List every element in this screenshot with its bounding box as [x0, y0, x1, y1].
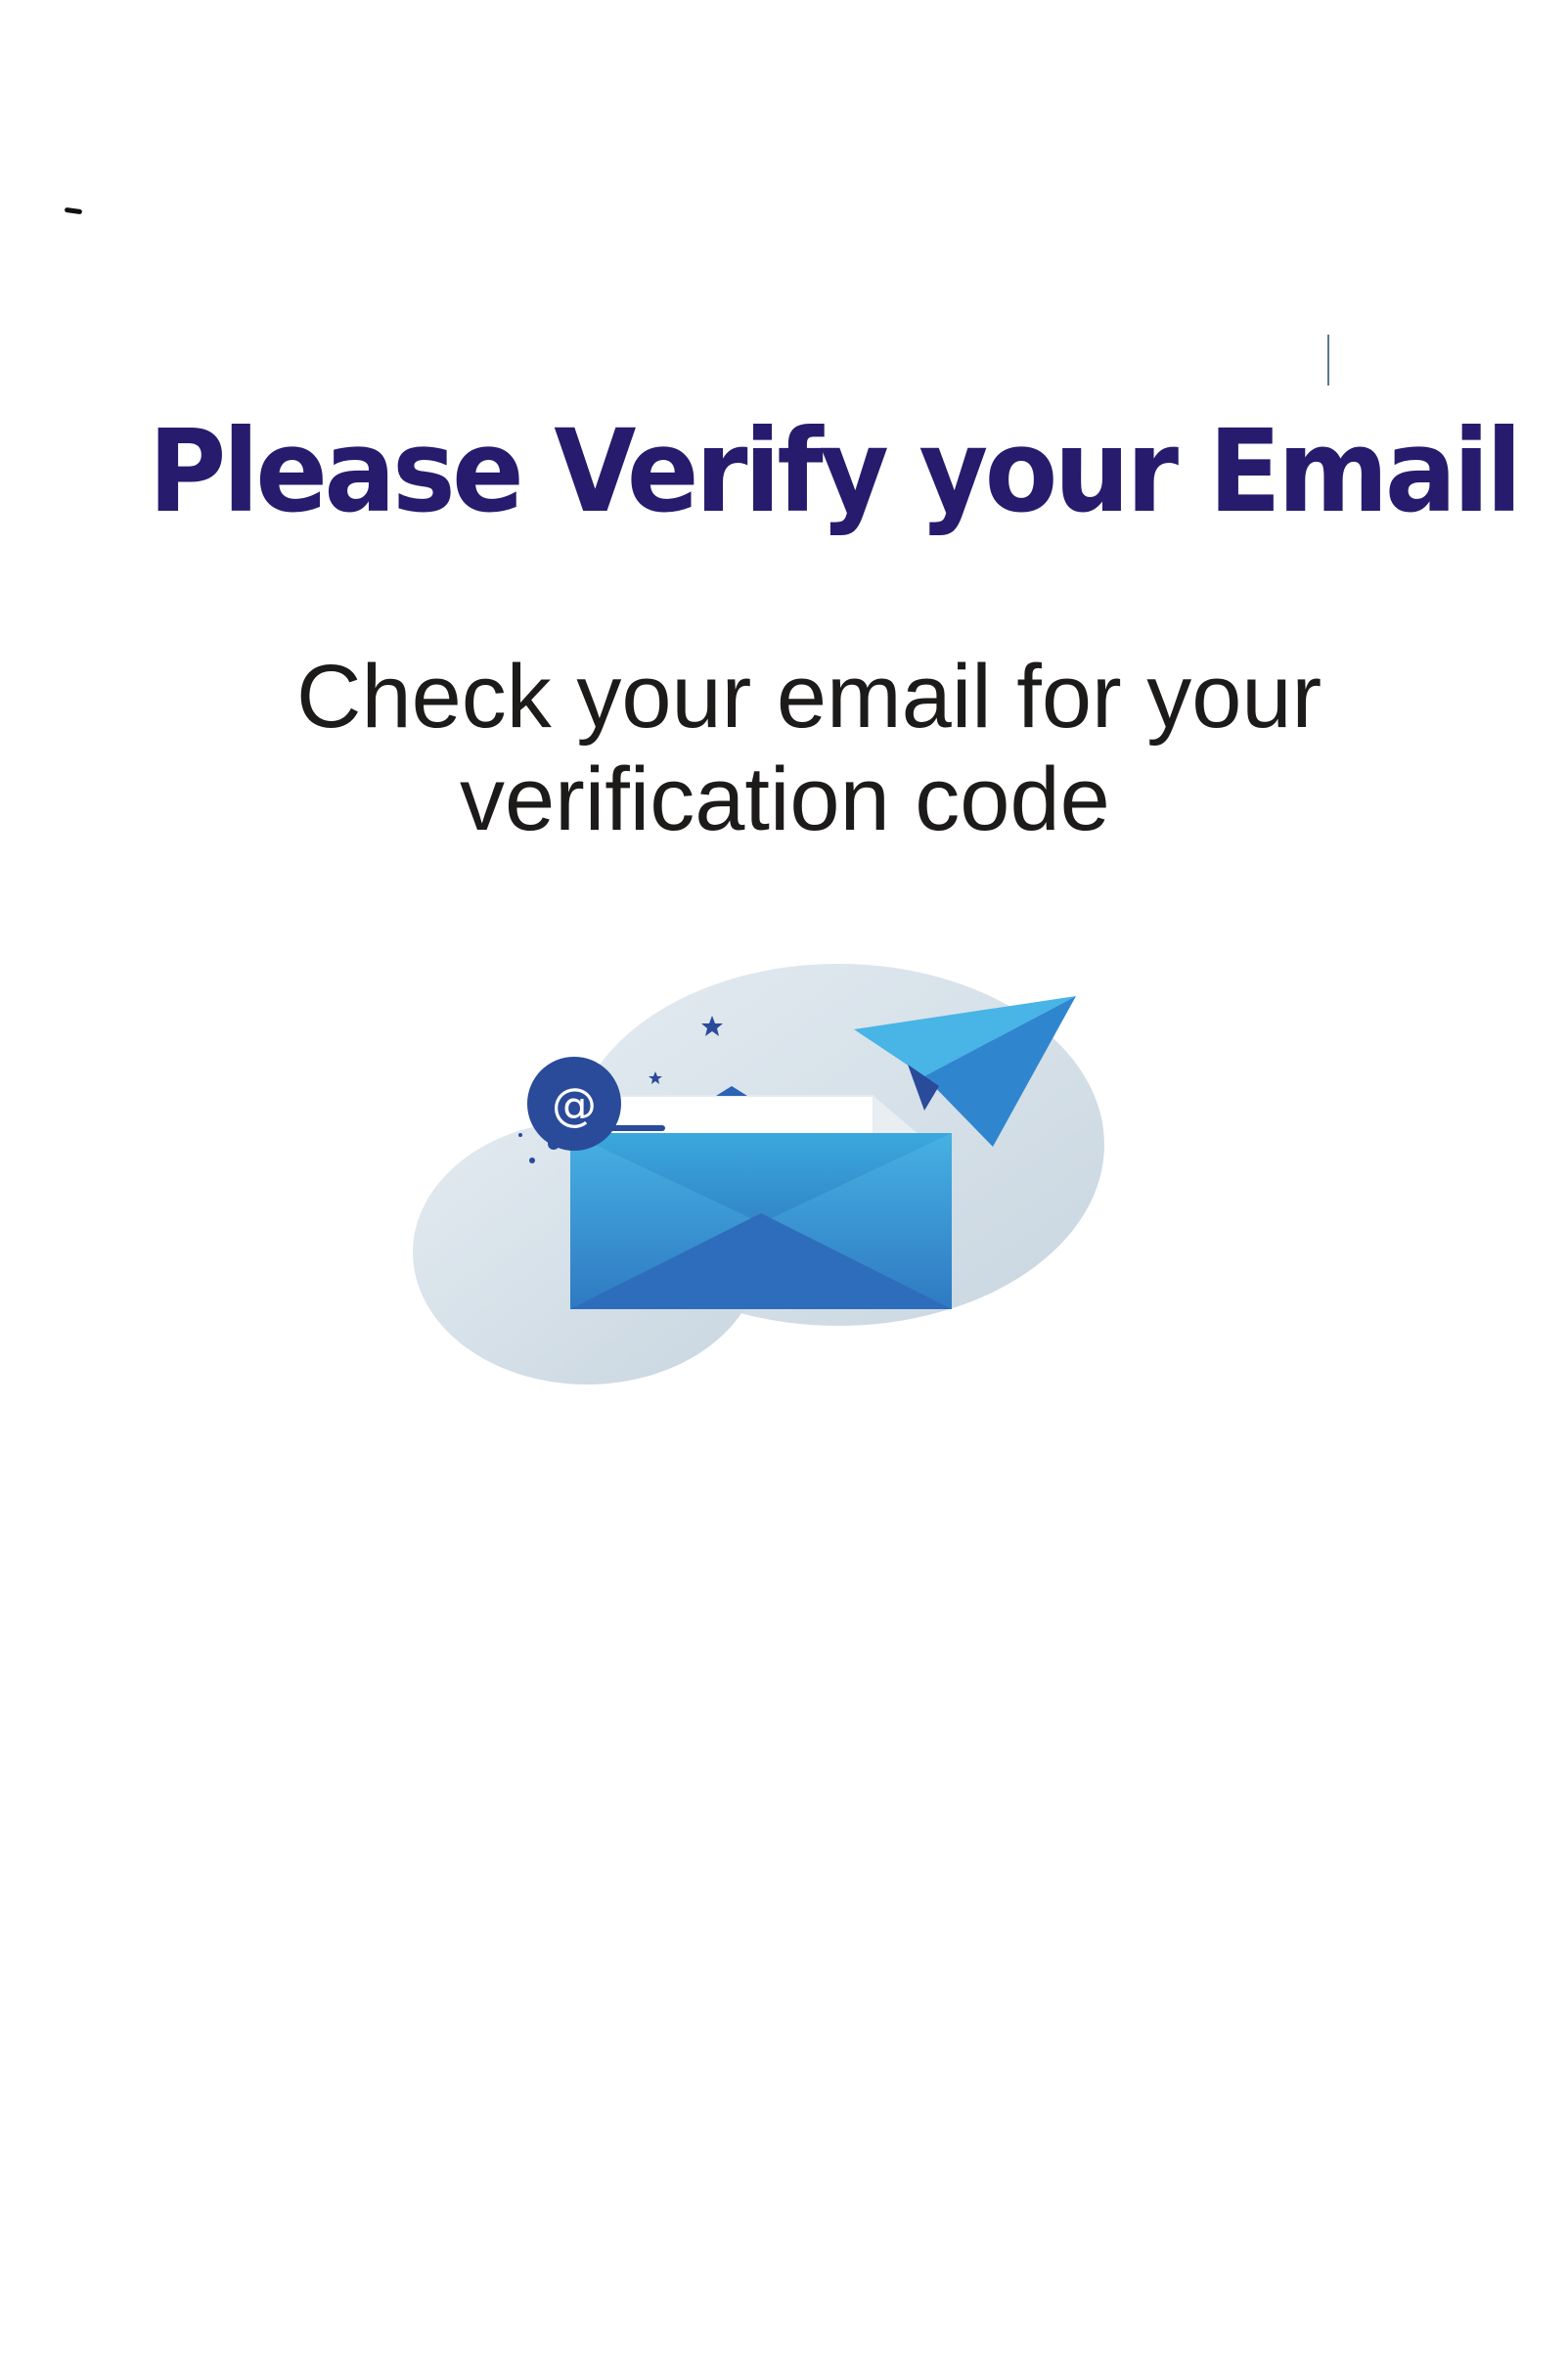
stray-mark — [64, 206, 83, 215]
instruction-text-line-1: Check your email for your — [296, 647, 1322, 747]
text-cursor — [1327, 335, 1329, 386]
instruction-text-line-2: verification code — [460, 749, 1110, 849]
dot — [529, 1158, 535, 1163]
dot — [518, 1133, 522, 1137]
at-symbol: @ — [552, 1078, 597, 1131]
page-title: Please Verify your Email — [148, 404, 1523, 538]
email-sent-icon: @ — [413, 964, 1104, 1385]
